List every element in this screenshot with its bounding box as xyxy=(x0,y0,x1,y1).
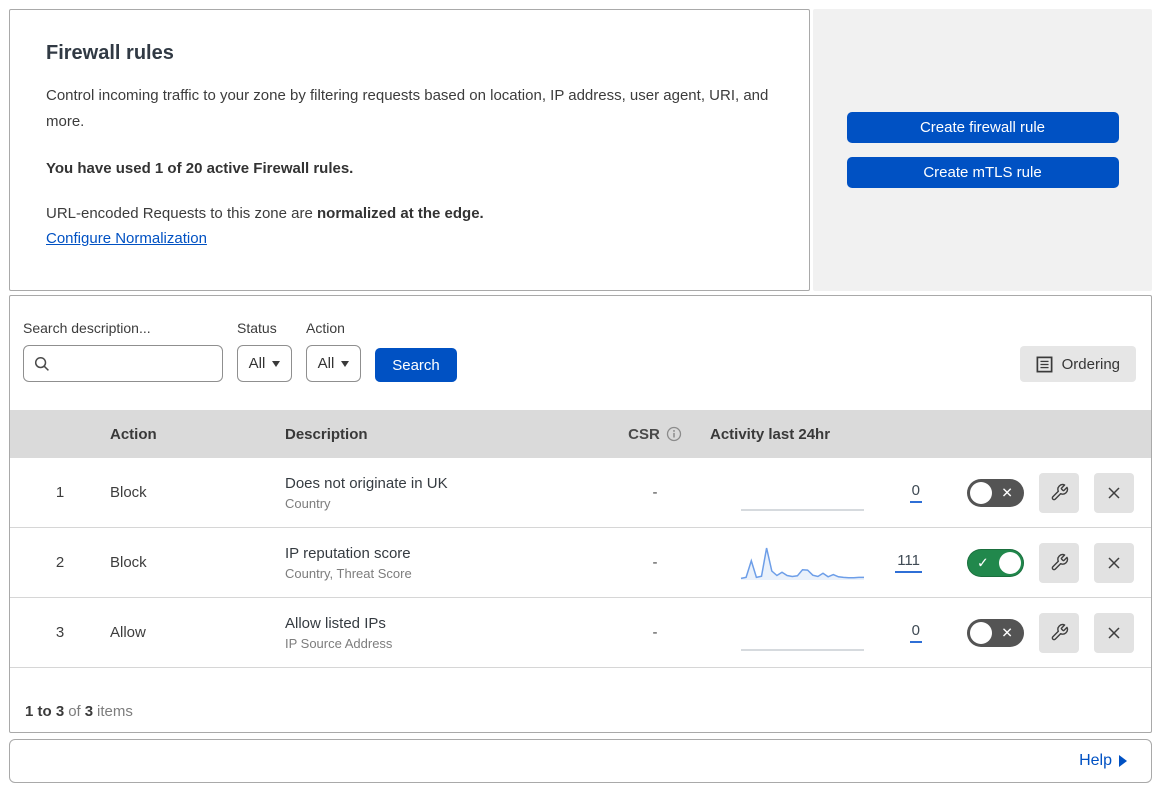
table-row: 1 Block Does not originate in UK Country… xyxy=(10,458,1151,528)
rule-enabled-toggle[interactable]: ✓ ✕ xyxy=(967,549,1024,577)
page-description: Control incoming traffic to your zone by… xyxy=(46,83,773,134)
rule-fields: Country xyxy=(285,496,600,511)
table-header-row: Action Description CSR Activity last 24h… xyxy=(10,410,1151,458)
edit-rule-button[interactable] xyxy=(1039,543,1079,583)
help-bar: Help xyxy=(9,739,1152,783)
pagination-range: 1 to 3 xyxy=(25,703,64,720)
normalization-note-bold: normalized at the edge. xyxy=(317,205,484,222)
configure-normalization-link[interactable]: Configure Normalization xyxy=(46,230,207,247)
x-icon: ✕ xyxy=(1001,625,1013,639)
create-firewall-rule-button[interactable]: Create firewall rule xyxy=(847,112,1119,143)
pagination-summary: 1 to 3 of 3 items xyxy=(10,668,1151,734)
toggle-knob xyxy=(999,552,1021,574)
info-icon[interactable] xyxy=(666,426,682,442)
ordering-button-label: Ordering xyxy=(1062,356,1120,373)
table-row: 2 Block IP reputation score Country, Thr… xyxy=(10,528,1151,598)
activity-sparkline xyxy=(740,613,865,653)
rule-action: Allow xyxy=(110,624,285,641)
search-input[interactable] xyxy=(58,356,214,372)
action-column-header: Action xyxy=(110,426,285,443)
activity-count-link[interactable]: 0 xyxy=(910,482,922,503)
actions-panel: Create firewall rule Create mTLS rule xyxy=(813,9,1152,291)
search-icon xyxy=(34,356,50,372)
chevron-down-icon xyxy=(341,361,349,367)
activity-count-link[interactable]: 111 xyxy=(895,552,922,573)
search-button[interactable]: Search xyxy=(375,348,457,382)
wrench-icon xyxy=(1050,623,1069,642)
usage-summary: You have used 1 of 20 active Firewall ru… xyxy=(46,160,773,177)
delete-rule-button[interactable] xyxy=(1094,473,1134,513)
close-icon xyxy=(1105,484,1123,502)
wrench-icon xyxy=(1050,553,1069,572)
activity-column-header: Activity last 24hr xyxy=(710,426,940,443)
search-label: Search description... xyxy=(23,320,223,336)
chevron-down-icon xyxy=(272,361,280,367)
status-label: Status xyxy=(237,320,292,336)
rule-csr-value: - xyxy=(600,484,710,501)
description-column-header: Description xyxy=(285,426,600,443)
edit-rule-button[interactable] xyxy=(1039,613,1079,653)
normalization-note-prefix: URL-encoded Requests to this zone are xyxy=(46,205,317,222)
edit-rule-button[interactable] xyxy=(1039,473,1079,513)
firewall-rules-table: Action Description CSR Activity last 24h… xyxy=(10,410,1151,734)
action-dropdown-value: All xyxy=(318,355,335,372)
activity-sparkline xyxy=(740,543,865,583)
rule-priority: 1 xyxy=(10,484,110,501)
arrow-right-icon xyxy=(1119,755,1127,767)
toggle-knob xyxy=(970,622,992,644)
rule-action: Block xyxy=(110,554,285,571)
delete-rule-button[interactable] xyxy=(1094,613,1134,653)
pagination-of: of xyxy=(68,703,81,720)
activity-count-link[interactable]: 0 xyxy=(910,622,922,643)
rule-description: IP reputation score xyxy=(285,545,600,562)
rule-fields: Country, Threat Score xyxy=(285,566,600,581)
activity-sparkline xyxy=(740,473,865,513)
action-label: Action xyxy=(306,320,361,336)
csr-column-header: CSR xyxy=(600,426,710,443)
rule-action: Block xyxy=(110,484,285,501)
rule-csr-value: - xyxy=(600,554,710,571)
rule-enabled-toggle[interactable]: ✓ ✕ xyxy=(967,619,1024,647)
pagination-items: items xyxy=(97,703,133,720)
close-icon xyxy=(1105,624,1123,642)
status-dropdown-value: All xyxy=(249,355,266,372)
ordering-button[interactable]: Ordering xyxy=(1020,346,1136,382)
page-title: Firewall rules xyxy=(46,42,773,65)
x-icon: ✕ xyxy=(1001,485,1013,499)
rules-list-card: Search description... Status All Action xyxy=(9,295,1152,733)
toggle-knob xyxy=(970,482,992,504)
delete-rule-button[interactable] xyxy=(1094,543,1134,583)
table-row: 3 Allow Allow listed IPs IP Source Addre… xyxy=(10,598,1151,668)
rule-priority: 2 xyxy=(10,554,110,571)
rule-enabled-toggle[interactable]: ✓ ✕ xyxy=(967,479,1024,507)
help-link[interactable]: Help xyxy=(1079,752,1112,770)
top-section: Firewall rules Control incoming traffic … xyxy=(9,9,1152,291)
rule-description: Does not originate in UK xyxy=(285,475,600,492)
action-dropdown[interactable]: All xyxy=(306,345,361,382)
rule-description: Allow listed IPs xyxy=(285,615,600,632)
check-icon: ✓ xyxy=(977,555,989,569)
rule-priority: 3 xyxy=(10,624,110,641)
ordering-list-icon xyxy=(1036,356,1053,373)
pagination-total: 3 xyxy=(85,703,93,720)
search-box[interactable] xyxy=(23,345,223,382)
create-mtls-rule-button[interactable]: Create mTLS rule xyxy=(847,157,1119,188)
rule-fields: IP Source Address xyxy=(285,636,600,651)
wrench-icon xyxy=(1050,483,1069,502)
normalization-note: URL-encoded Requests to this zone are no… xyxy=(46,205,773,222)
close-icon xyxy=(1105,554,1123,572)
rule-csr-value: - xyxy=(600,624,710,641)
status-dropdown[interactable]: All xyxy=(237,345,292,382)
filter-bar: Search description... Status All Action xyxy=(10,296,1151,410)
firewall-intro-card: Firewall rules Control incoming traffic … xyxy=(9,9,810,291)
